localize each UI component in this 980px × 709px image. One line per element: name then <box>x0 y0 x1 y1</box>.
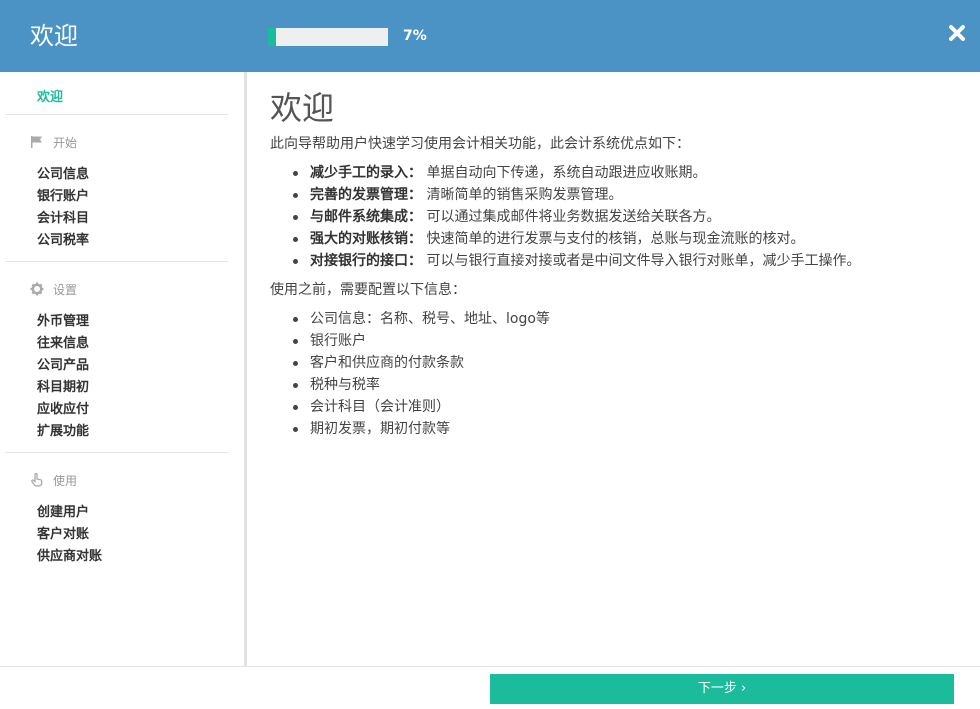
sidebar-item-receivables-payables[interactable]: 应收应付 <box>37 401 89 419</box>
feature-desc: 单据自动向下传递，系统自动跟进应收账期。 <box>426 165 707 181</box>
section-header-settings: 设置 <box>30 281 77 297</box>
sidebar-item-extensions[interactable]: 扩展功能 <box>37 423 89 441</box>
section-label: 使用 <box>53 473 78 488</box>
list-item: 税种与税率 <box>270 374 970 396</box>
feature-desc: 可以与银行直接对接或者是中间文件导入银行对账单，减少手工操作。 <box>426 253 861 269</box>
feature-desc: 清晰简单的销售采购发票管理。 <box>426 187 623 203</box>
page-title: 欢迎 <box>270 89 335 127</box>
gear-icon <box>30 282 44 296</box>
sidebar-item-create-user[interactable]: 创建用户 <box>37 504 89 522</box>
flag-icon <box>30 135 44 149</box>
progress-fill <box>268 28 277 46</box>
list-item: 与邮件系统集成： 可以通过集成邮件将业务数据发送给关联各方。 <box>270 206 970 228</box>
wizard-footer: 下一步 › <box>0 666 980 709</box>
wizard-header: 欢迎 7% <box>0 0 980 72</box>
list-item: 客户和供应商的付款条款 <box>270 352 970 374</box>
sidebar-item-customer-reconciliation[interactable]: 客户对账 <box>37 526 89 544</box>
prerequisites-intro: 使用之前，需要配置以下信息： <box>270 282 466 298</box>
next-button[interactable]: 下一步 › <box>490 674 954 704</box>
progress-bar <box>268 28 388 46</box>
feature-term: 完善的发票管理： <box>310 187 422 203</box>
feature-desc: 可以通过集成邮件将业务数据发送给关联各方。 <box>426 209 721 225</box>
section-label: 开始 <box>53 135 78 150</box>
hand-pointer-icon <box>30 472 44 487</box>
prerequisite-list: 公司信息：名称、税号、地址、logo等 银行账户 客户和供应商的付款条款 税种与… <box>270 308 970 440</box>
sidebar-item-company-info[interactable]: 公司信息 <box>37 166 89 184</box>
intro-text: 此向导帮助用户快速学习使用会计相关功能，此会计系统优点如下： <box>270 136 690 152</box>
list-item: 期初发票，期初付款等 <box>270 418 970 440</box>
section-header-usage: 使用 <box>30 472 77 488</box>
sidebar-item-opening-balances[interactable]: 科目期初 <box>37 379 89 397</box>
list-item: 会计科目（会计准则） <box>270 396 970 418</box>
progress-label: 7% <box>403 28 427 44</box>
sidebar-item-products[interactable]: 公司产品 <box>37 357 89 375</box>
list-item: 银行账户 <box>270 330 970 352</box>
list-item: 完善的发票管理： 清晰简单的销售采购发票管理。 <box>270 184 970 206</box>
list-item: 对接银行的接口： 可以与银行直接对接或者是中间文件导入银行对账单，减少手工操作。 <box>270 250 970 272</box>
feature-list: 减少手工的录入： 单据自动向下传递，系统自动跟进应收账期。 完善的发票管理： 清… <box>270 162 970 272</box>
sidebar-item-partners[interactable]: 往来信息 <box>37 335 89 353</box>
sidebar-item-currency[interactable]: 外币管理 <box>37 313 89 331</box>
section-header-start: 开始 <box>30 134 77 150</box>
sidebar-item-bank-accounts[interactable]: 银行账户 <box>37 188 89 206</box>
sidebar-item-supplier-reconciliation[interactable]: 供应商对账 <box>37 548 102 566</box>
section-label: 设置 <box>53 282 78 297</box>
sidebar: 欢迎 开始 公司信息 银行账户 会计科目 公司税率 设置 外币管理 往来信息 公… <box>0 72 247 666</box>
divider <box>5 452 228 453</box>
list-item: 公司信息：名称、税号、地址、logo等 <box>270 308 970 330</box>
sidebar-item-welcome[interactable]: 欢迎 <box>37 86 63 105</box>
divider <box>5 114 228 115</box>
sidebar-item-chart-of-accounts[interactable]: 会计科目 <box>37 210 89 228</box>
sidebar-item-company-tax[interactable]: 公司税率 <box>37 232 89 250</box>
list-item: 减少手工的录入： 单据自动向下传递，系统自动跟进应收账期。 <box>270 162 970 184</box>
main-content: 欢迎 此向导帮助用户快速学习使用会计相关功能，此会计系统优点如下： 减少手工的录… <box>270 88 970 440</box>
feature-term: 对接银行的接口： <box>310 253 422 269</box>
feature-term: 减少手工的录入： <box>310 165 422 181</box>
list-item: 强大的对账核销： 快速简单的进行发票与支付的核销，总账与现金流账的核对。 <box>270 228 970 250</box>
feature-desc: 快速简单的进行发票与支付的核销，总账与现金流账的核对。 <box>426 231 805 247</box>
feature-term: 强大的对账核销： <box>310 231 422 247</box>
close-icon[interactable] <box>946 22 968 44</box>
divider <box>5 261 228 262</box>
feature-term: 与邮件系统集成： <box>310 209 422 225</box>
wizard-title: 欢迎 <box>30 22 78 50</box>
